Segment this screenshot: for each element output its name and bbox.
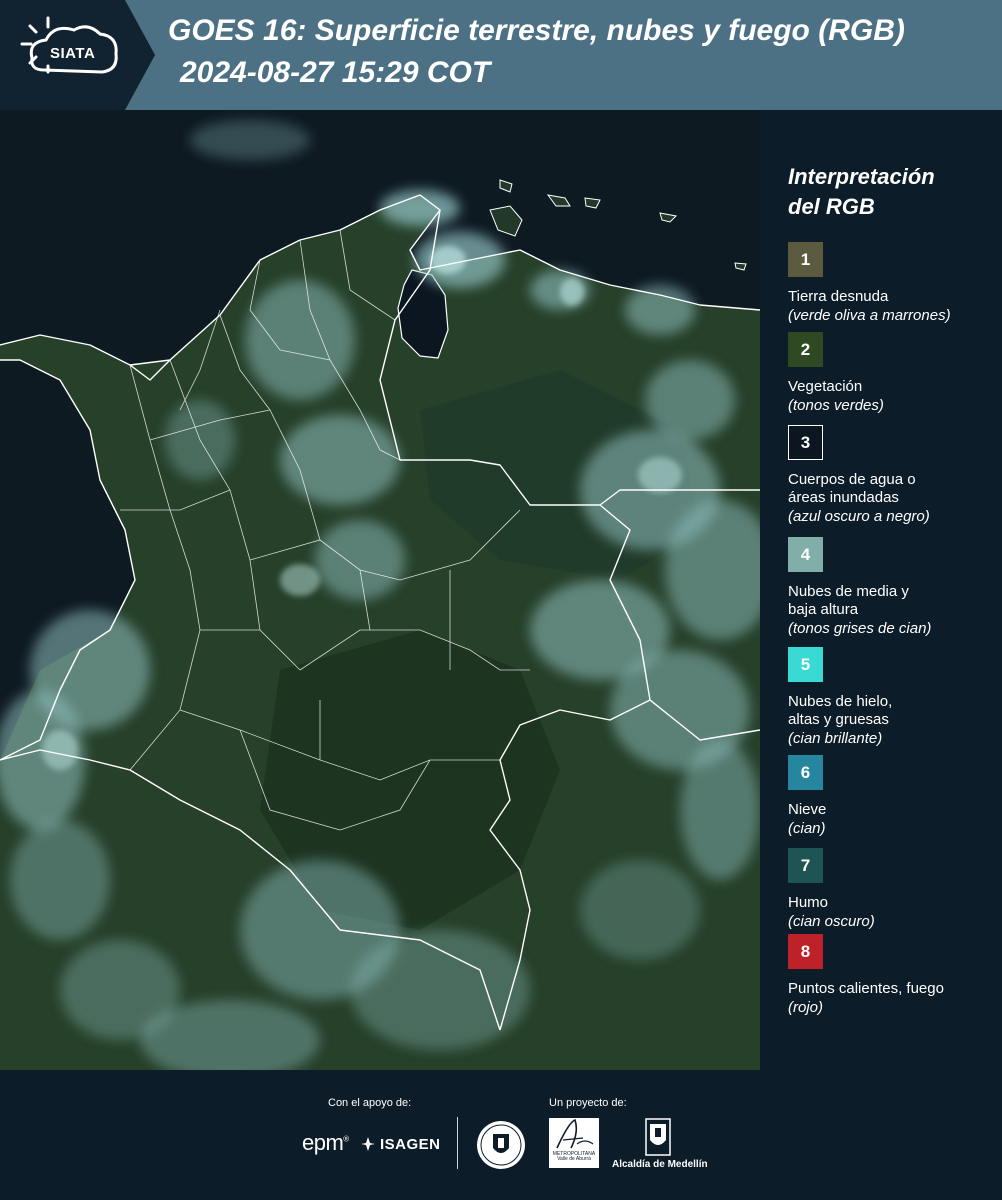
legend-item: 1 Tierra desnuda (verde oliva a marrones) — [788, 242, 998, 325]
legend-item-label: Cuerpos de agua o áreas inundadas — [788, 471, 916, 506]
legend: Interpretación del RGB 1 Tierra desnuda (v… — [760, 110, 1002, 1070]
legend-swatch: 8 — [788, 934, 823, 969]
area-logo-text: METROPOLITANA Valle de Aburrá — [552, 1151, 596, 1162]
epm-logo[interactable]: epm® — [302, 1130, 349, 1156]
logo-text: SIATA — [50, 45, 96, 62]
legend-swatch: 4 — [788, 537, 823, 572]
legend-item-note: (rojo) — [788, 999, 824, 1016]
legend-item: 7 Humo (cian oscuro) — [788, 848, 998, 931]
legend-item: 6 Nieve (cian) — [788, 755, 998, 838]
legend-item: 8 Puntos calientes, fuego (rojo) — [788, 934, 998, 1017]
legend-item: 3 Cuerpos de agua o áreas inundadas (azul … — [788, 425, 998, 526]
area-metropolitana-logo[interactable]: METROPOLITANA Valle de Aburrá — [549, 1118, 599, 1168]
legend-title-line2: del RGB — [788, 194, 875, 219]
satellite-map[interactable] — [0, 110, 760, 1070]
alcaldia-label: Alcaldía de Medellín — [612, 1159, 708, 1170]
legend-swatch: 2 — [788, 332, 823, 367]
isagen-mark-icon — [361, 1137, 375, 1151]
alcaldia-shield-icon[interactable] — [645, 1118, 671, 1156]
isagen-logo-text: ISAGEN — [380, 1135, 441, 1153]
legend-item-note: (tonos grises de cian) — [788, 620, 932, 637]
legend-item-label: Nieve — [788, 801, 827, 818]
legend-item: 5 Nubes de hielo, altas y gruesas (cian br… — [788, 647, 998, 748]
legend-swatch: 1 — [788, 242, 823, 277]
legend-item-note: (cian brillante) — [788, 730, 883, 747]
legend-item-label: Nubes de hielo, altas y gruesas — [788, 693, 893, 728]
legend-swatch: 5 — [788, 647, 823, 682]
medellin-seal-icon[interactable] — [476, 1120, 526, 1170]
legend-item-note: (cian) — [788, 820, 826, 837]
legend-swatch: 3 — [788, 425, 823, 460]
legend-swatch: 7 — [788, 848, 823, 883]
legend-item-label: Puntos calientes, fuego — [788, 980, 944, 997]
legend-item-label: Humo — [788, 894, 829, 911]
legend-swatch: 6 — [788, 755, 823, 790]
legend-item: 2 Vegetación (tonos verdes) — [788, 332, 998, 415]
legend-item: 4 Nubes de media y baja altura (tonos gris… — [788, 537, 998, 638]
footer-divider — [457, 1117, 458, 1169]
legend-item-label: Tierra desnuda — [788, 288, 889, 305]
support-label: Con el apoyo de: — [328, 1097, 412, 1109]
header: SIATA GOES 16: Superficie terrestre, nub… — [0, 0, 1002, 110]
legend-item-label: Nubes de media y baja altura — [788, 583, 909, 618]
legend-title-line1: Interpretación — [788, 164, 935, 189]
legend-item-note: (azul oscuro a negro) — [788, 508, 930, 525]
siata-logo[interactable]: SIATA — [0, 0, 160, 110]
legend-item-label: Vegetación — [788, 378, 863, 395]
page-title: GOES 16: Superficie terrestre, nubes y f… — [168, 14, 905, 47]
page-datetime: 2024-08-27 15:29 COT — [180, 56, 491, 89]
area-logo-mark-icon — [556, 1118, 594, 1149]
legend-title: Interpretación del RGB — [788, 162, 935, 222]
isagen-logo[interactable]: ISAGEN — [360, 1134, 441, 1154]
legend-item-note: (cian oscuro) — [788, 913, 875, 930]
footer: Con el apoyo de: Un proyecto de: epm® IS… — [0, 1070, 1002, 1200]
map-canvas — [0, 110, 760, 1070]
epm-logo-text: epm — [302, 1130, 344, 1155]
project-label: Un proyecto de: — [549, 1097, 627, 1109]
legend-item-note: (verde oliva a marrones) — [788, 307, 951, 324]
legend-item-note: (tonos verdes) — [788, 397, 884, 414]
